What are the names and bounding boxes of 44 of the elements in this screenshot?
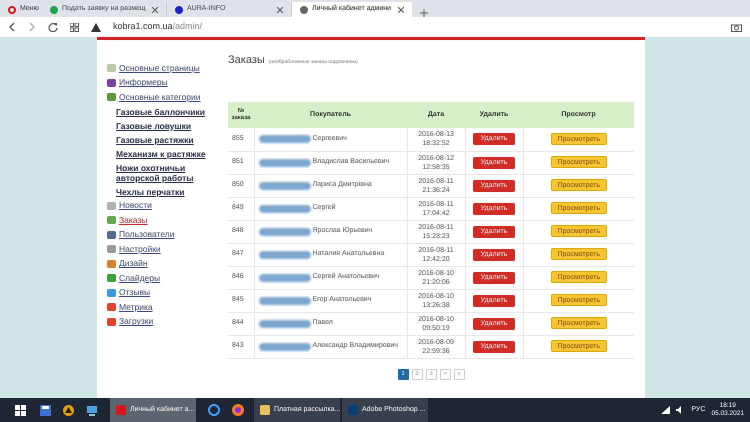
grid-icon[interactable]: [70, 22, 79, 32]
reload-icon[interactable]: [48, 22, 58, 32]
sidebar-link[interactable]: Отзывы: [119, 286, 150, 300]
blurred-redaction: [258, 342, 310, 350]
blurred-redaction: [258, 182, 310, 190]
category-link[interactable]: Газовые баллончики: [107, 104, 222, 118]
warning-icon: [91, 22, 101, 32]
triangle-icon[interactable]: [63, 404, 74, 416]
close-icon[interactable]: [277, 6, 283, 12]
windows-start-icon[interactable]: [14, 404, 26, 416]
blurred-redaction: [258, 228, 310, 236]
close-icon[interactable]: [152, 6, 158, 12]
blurred-redaction: [258, 274, 310, 282]
app-icon: [260, 405, 270, 415]
blurred-redaction: [258, 158, 310, 166]
address-field[interactable]: kobra1.com.ua/admin/: [113, 20, 202, 34]
sidebar-link[interactable]: Пользователи: [119, 228, 174, 242]
category-link[interactable]: Ножи охотничьи авторской работы: [107, 160, 222, 184]
sidebar-link[interactable]: Настройки: [119, 242, 161, 256]
sidebar-link[interactable]: Дизайн: [119, 257, 148, 270]
category-link[interactable]: Газовые растяжки: [107, 132, 222, 146]
blurred-redaction: [258, 250, 310, 258]
blurred-redaction: [258, 320, 310, 328]
category-link[interactable]: Чехлы перчатки: [107, 184, 222, 198]
category-link[interactable]: Механизм к растяжке: [107, 146, 222, 160]
computer-icon[interactable]: [86, 404, 98, 416]
blurred-redaction: [258, 204, 310, 212]
sidebar-link[interactable]: Загрузки: [119, 315, 154, 328]
sidebar-link[interactable]: Метрика: [119, 300, 153, 314]
back-icon[interactable]: [8, 22, 16, 32]
close-icon[interactable]: [398, 6, 404, 12]
sidebar-link[interactable]: Информеры: [119, 76, 168, 90]
category-link[interactable]: Газовые ловушки: [107, 118, 222, 132]
sidebar-link[interactable]: Новости: [119, 199, 152, 212]
blurred-redaction: [258, 135, 310, 144]
app-icon: [348, 405, 358, 415]
app-icon: [116, 405, 126, 415]
blurred-redaction: [258, 296, 310, 304]
page-title: Заказы: [228, 53, 265, 68]
sidebar-link[interactable]: Слайдеры: [119, 272, 160, 285]
sidebar-link[interactable]: Основные категории: [119, 90, 201, 104]
sidebar-link[interactable]: Заказы: [119, 214, 148, 227]
camera-icon[interactable]: [731, 22, 742, 32]
sidebar-link[interactable]: Основные страницы: [119, 62, 200, 75]
